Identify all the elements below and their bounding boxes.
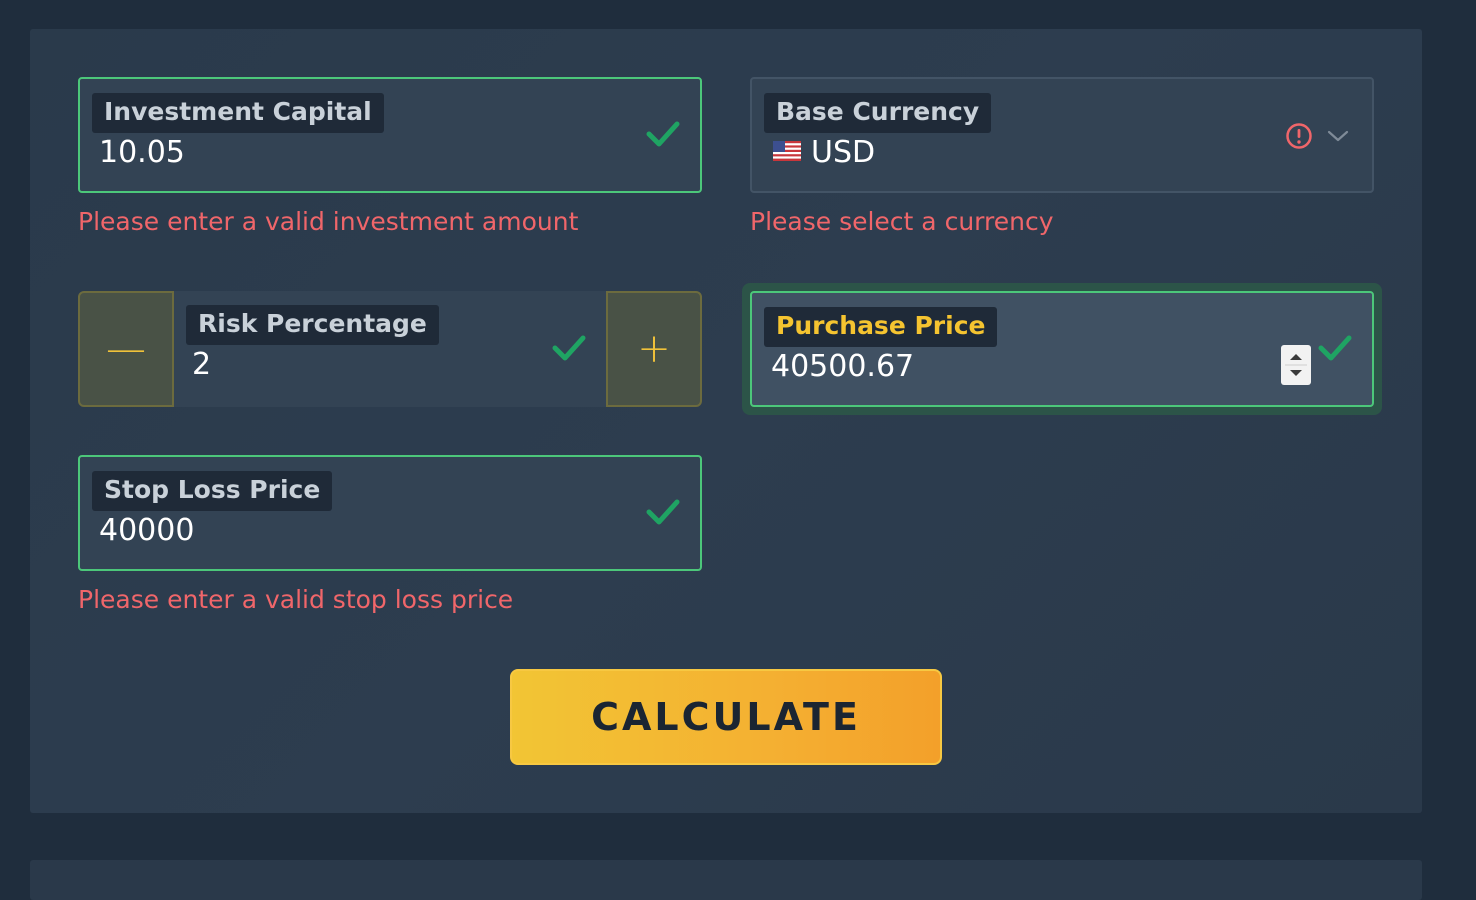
base-currency-label: Base Currency [764,93,992,133]
risk-percentage-input[interactable]: 2 [192,345,211,385]
number-spinner[interactable] [1281,345,1311,385]
risk-percentage-field[interactable]: Risk Percentage 2 [174,291,606,407]
increment-button[interactable]: + [606,291,702,407]
results-panel [30,860,1422,900]
risk-percentage-stepper: — Risk Percentage 2 + [78,291,702,407]
spin-down-icon[interactable] [1290,370,1302,376]
spin-up-icon[interactable] [1290,354,1302,360]
stop-loss-price-input[interactable]: 40000 [99,511,194,551]
base-currency-value: USD [773,133,875,173]
calculate-button[interactable]: CALCULATE [510,669,942,765]
investment-capital-field[interactable]: Investment Capital 10.05 [78,77,702,193]
investment-capital-label: Investment Capital [92,93,384,133]
base-currency-select[interactable]: Base Currency USD [750,77,1374,193]
currency-error: Please select a currency [750,207,1054,236]
decrement-button[interactable]: — [78,291,174,407]
us-flag-icon [773,140,801,161]
check-icon [646,499,680,525]
stop-loss-price-label: Stop Loss Price [92,471,333,511]
investment-error: Please enter a valid investment amount [78,207,579,236]
risk-percentage-label: Risk Percentage [186,305,439,345]
stop-loss-price-field[interactable]: Stop Loss Price 40000 [78,455,702,571]
purchase-price-label: Purchase Price [764,307,998,347]
check-icon [552,335,586,361]
error-icon [1286,123,1312,149]
stop-loss-error: Please enter a valid stop loss price [78,585,514,614]
check-icon [1318,335,1352,361]
check-icon [646,121,680,147]
chevron-down-icon[interactable] [1326,129,1350,143]
currency-code: USD [811,135,876,170]
investment-capital-input[interactable]: 10.05 [99,133,185,173]
purchase-price-input[interactable]: 40500.67 [771,347,914,387]
